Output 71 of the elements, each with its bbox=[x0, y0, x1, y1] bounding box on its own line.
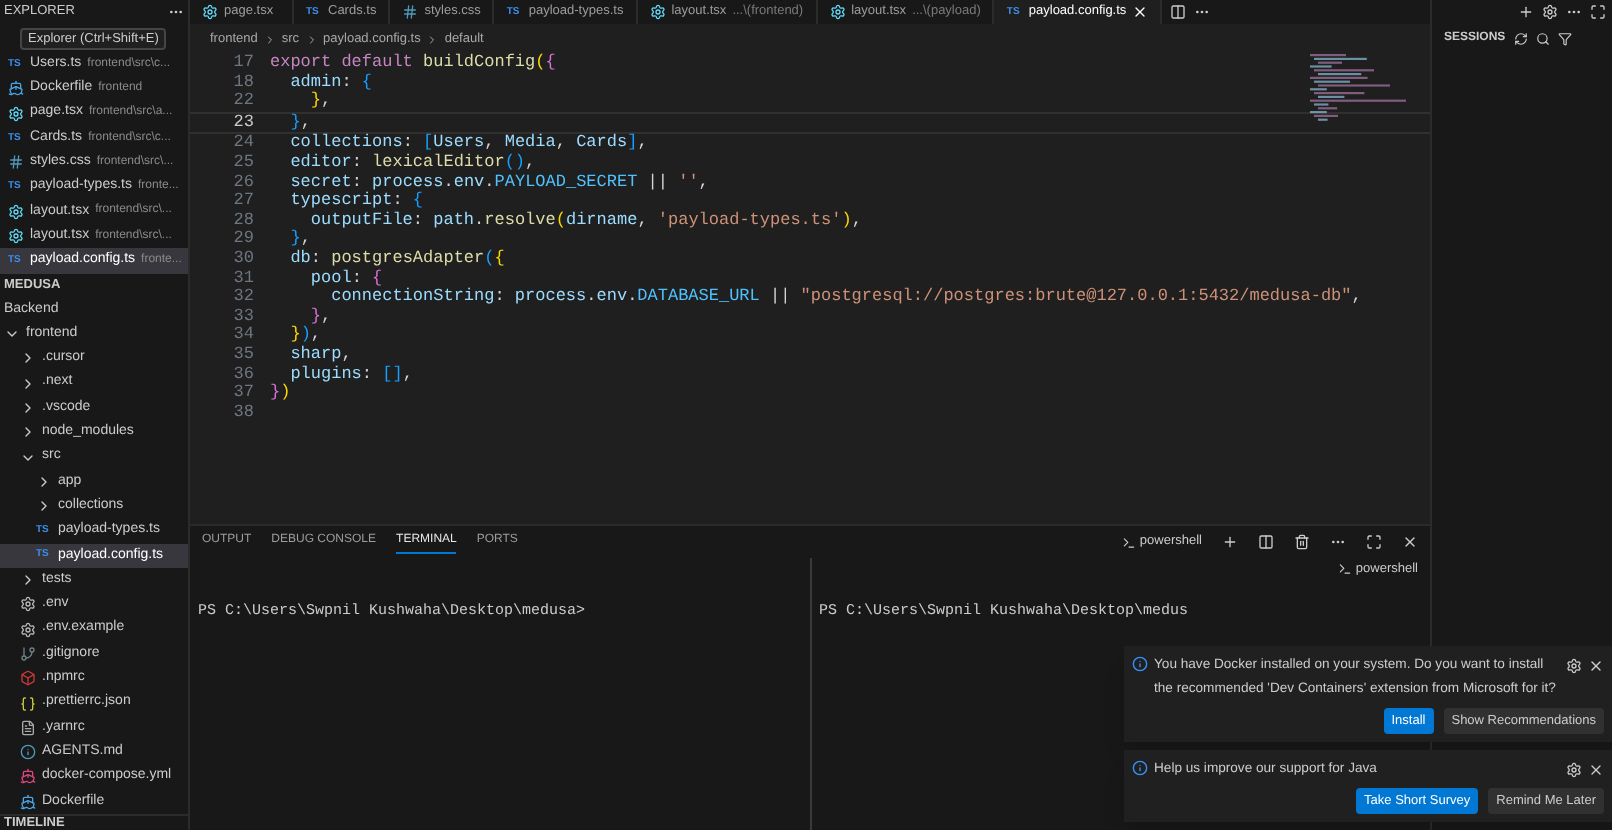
refresh-icon[interactable] bbox=[1513, 32, 1528, 46]
line-number: 32 bbox=[231, 288, 256, 308]
settings-icon[interactable] bbox=[1566, 762, 1582, 778]
line-number: 35 bbox=[231, 345, 256, 365]
search-icon[interactable] bbox=[1535, 32, 1550, 46]
settings-icon[interactable] bbox=[1542, 4, 1558, 20]
code-line: plugins: [], bbox=[288, 365, 413, 385]
code-line: outputFile: path.resolve(dirname, 'payload-types.ts'), bbox=[308, 211, 862, 231]
hash-icon bbox=[8, 154, 24, 171]
line-number: 30 bbox=[231, 249, 256, 270]
line-number: 24 bbox=[231, 134, 256, 154]
code-line: sharp, bbox=[288, 345, 352, 365]
plus-icon[interactable] bbox=[1518, 4, 1534, 20]
line-number: 22 bbox=[231, 92, 256, 112]
chevron-right-icon bbox=[305, 33, 318, 45]
line-number: 26 bbox=[231, 173, 256, 192]
minimap-drawing bbox=[1310, 54, 1410, 122]
code-line: }, bbox=[288, 113, 311, 133]
code-line: db: postgresAdapter({ bbox=[288, 249, 505, 269]
code-line: }), bbox=[288, 326, 322, 345]
info-icon bbox=[20, 744, 36, 761]
line-number: 28 bbox=[231, 211, 256, 230]
terminal-icon bbox=[1337, 562, 1352, 577]
code-line: secret: process.env.PAYLOAD_SECRET || '', bbox=[288, 173, 709, 192]
line-number: 25 bbox=[231, 153, 256, 174]
code-line: }) bbox=[268, 384, 291, 404]
line-number: 23 bbox=[231, 113, 256, 133]
chevron-right-icon bbox=[426, 33, 439, 45]
gear-icon bbox=[20, 621, 36, 638]
close-icon[interactable] bbox=[1588, 762, 1604, 778]
chevron-right-icon bbox=[263, 33, 276, 45]
line-number: 33 bbox=[231, 307, 256, 326]
info-icon bbox=[1132, 760, 1148, 776]
line-number: 34 bbox=[231, 326, 256, 346]
line-number: 36 bbox=[231, 365, 256, 384]
line-number: 31 bbox=[231, 269, 256, 288]
line-number: 17 bbox=[231, 54, 256, 74]
settings-icon[interactable] bbox=[1566, 658, 1582, 674]
terminal-icon bbox=[1121, 535, 1136, 549]
line-number: 27 bbox=[231, 192, 256, 212]
code-line: typescript: { bbox=[288, 192, 424, 211]
split-editor-icon[interactable] bbox=[1170, 4, 1187, 20]
line-number: 18 bbox=[231, 73, 256, 92]
code-line: export default buildConfig({ bbox=[268, 54, 556, 73]
file-icon bbox=[20, 719, 36, 736]
gear-icon bbox=[20, 596, 36, 613]
filter-icon[interactable] bbox=[1557, 32, 1572, 46]
line-number: 29 bbox=[231, 230, 256, 250]
code-line: pool: { bbox=[308, 269, 383, 288]
braces-icon bbox=[20, 695, 36, 712]
chevron-right-icon bbox=[20, 572, 36, 589]
code-line: editor: lexicalEditor(), bbox=[288, 153, 536, 174]
plus-icon[interactable] bbox=[1222, 534, 1238, 550]
line-number: 37 bbox=[231, 384, 256, 404]
branch-icon bbox=[20, 645, 36, 662]
split-terminal-icon[interactable] bbox=[1258, 534, 1274, 550]
package-icon bbox=[20, 670, 36, 687]
maximize-icon[interactable] bbox=[1366, 534, 1382, 550]
hash-icon bbox=[402, 4, 419, 20]
code-line: connectionString: process.env.DATABASE_URL || "postgresql://postgres:brute@127.0.0.1:5432/medusa-db", bbox=[331, 288, 1362, 308]
trash-icon[interactable] bbox=[1294, 534, 1310, 550]
close-icon[interactable] bbox=[1402, 534, 1418, 550]
line-number: 38 bbox=[231, 403, 256, 423]
maximize-icon[interactable] bbox=[1590, 4, 1606, 20]
code-line: }, bbox=[288, 230, 311, 249]
code-line: collections: [Users, Media, Cards], bbox=[288, 134, 648, 153]
code-line: }, bbox=[308, 92, 332, 112]
info-icon bbox=[1132, 656, 1148, 672]
close-icon[interactable] bbox=[1588, 658, 1604, 674]
code-line: }, bbox=[308, 307, 332, 327]
code-line: admin: { bbox=[288, 73, 373, 92]
